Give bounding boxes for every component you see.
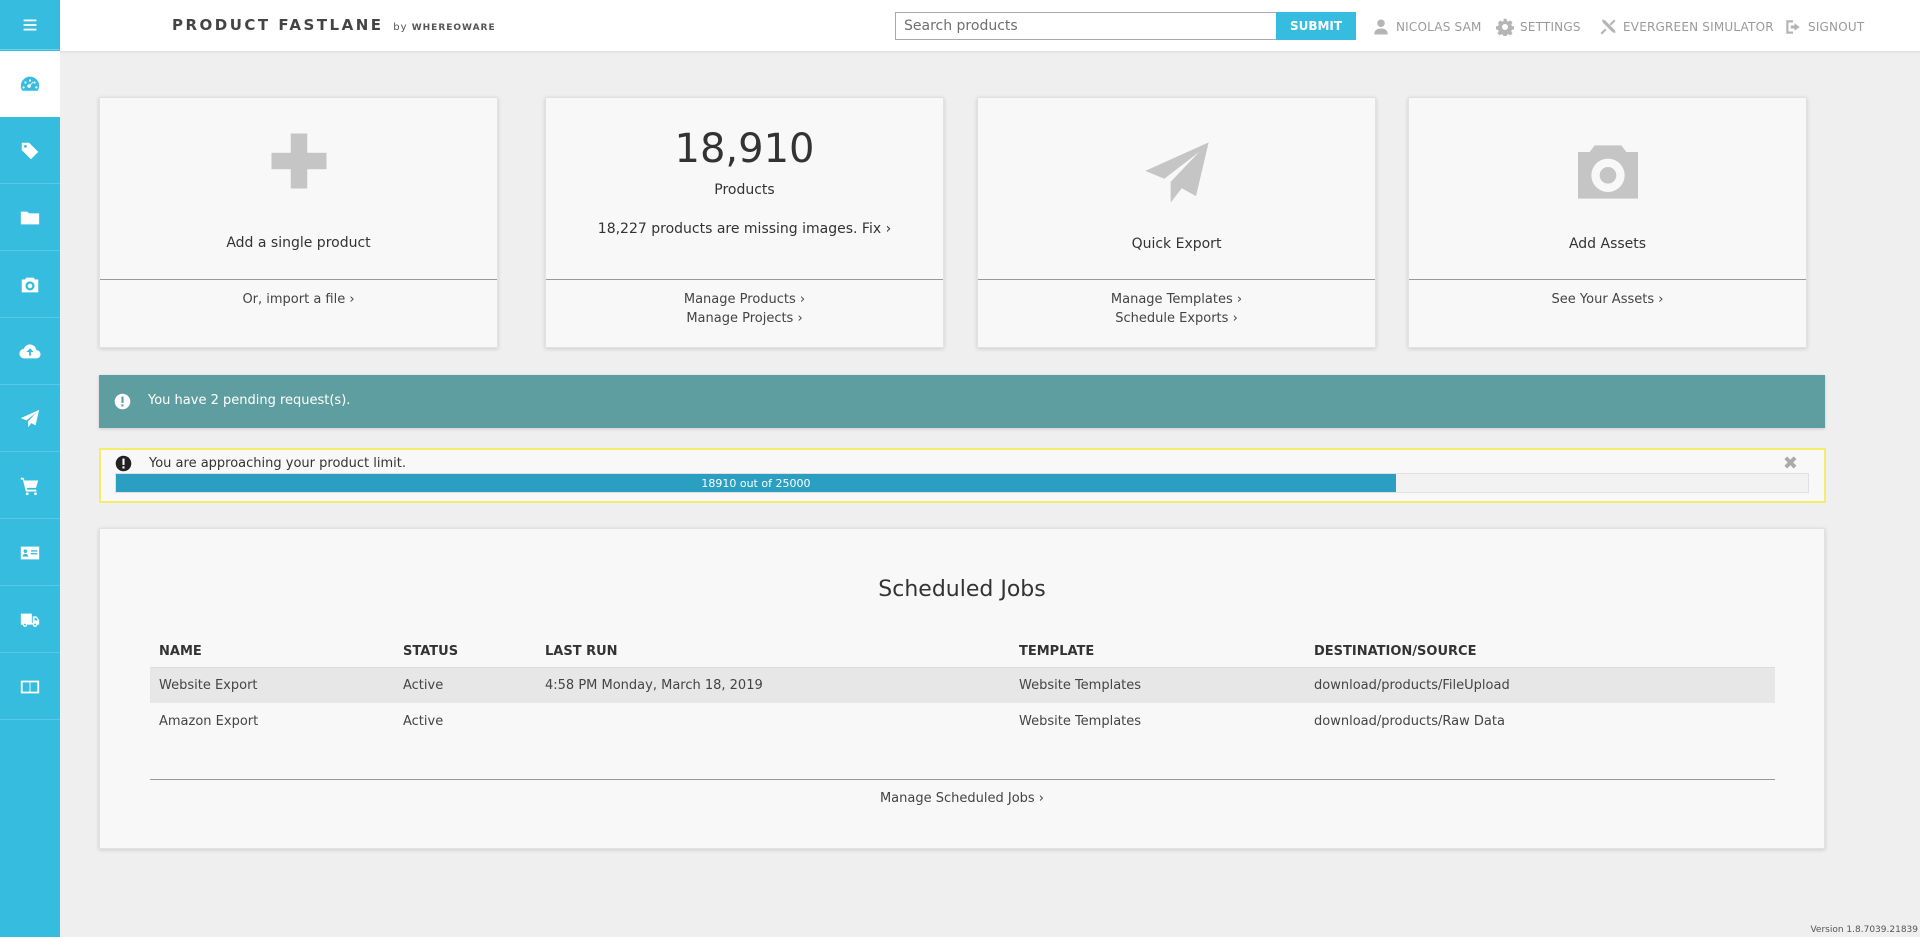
add-product-caption[interactable]: Add a single product [100, 235, 497, 251]
products-label: Products [714, 182, 775, 198]
quick-export-caption[interactable]: Quick Export [978, 236, 1375, 252]
job-destination: download/products/FileUpload [1305, 667, 1775, 703]
products-card: 18,910 Products 18,227 products are miss… [545, 97, 944, 348]
column-header[interactable]: STATUS [394, 637, 536, 668]
top-header: PRODUCT FASTLANE by WHEREOWARE SUBMIT NI… [60, 0, 1920, 52]
progress-text: 18910 out of 25000 [701, 477, 811, 490]
tools-icon [1600, 19, 1616, 35]
card-divider [546, 279, 943, 280]
alert-circle-icon [115, 455, 132, 472]
product-count: 18,910 [674, 126, 815, 172]
job-template: Website Templates [1010, 667, 1305, 703]
table-row[interactable]: Website Export Active 4:58 PM Monday, Ma… [150, 667, 1775, 703]
sidebar-item-dashboard[interactable] [0, 51, 60, 117]
cart-icon [20, 477, 39, 495]
job-name: Website Export [150, 667, 394, 703]
scheduled-jobs-panel: Scheduled Jobs NAME STATUS LAST RUN TEMP… [99, 528, 1825, 849]
product-limit-text: You are approaching your product limit. [149, 456, 406, 471]
column-header[interactable]: TEMPLATE [1010, 637, 1305, 668]
sidebar-item-catalog[interactable] [0, 654, 60, 720]
menu-icon [23, 19, 37, 30]
version-label: Version 1.8.7039.21839 [1810, 925, 1918, 935]
column-header[interactable]: DESTINATION/SOURCE [1305, 637, 1775, 668]
alert-circle-icon [114, 393, 131, 410]
manage-projects-link[interactable]: Manage Projects › [546, 309, 943, 328]
column-header[interactable]: NAME [150, 637, 394, 668]
manage-templates-link[interactable]: Manage Templates › [978, 290, 1375, 309]
close-icon[interactable]: ✖ [1783, 453, 1798, 474]
add-product-card: Add a single product Or, import a file › [99, 97, 498, 348]
paper-plane-icon[interactable] [1139, 136, 1215, 212]
paper-plane-icon [20, 409, 40, 427]
product-limit-progress: 18910 out of 25000 [115, 473, 1809, 493]
search-submit-button[interactable]: SUBMIT [1276, 12, 1356, 40]
sidebar-item-export[interactable] [0, 386, 60, 452]
sidebar-item-folders[interactable] [0, 185, 60, 251]
card-divider [978, 279, 1375, 280]
cloud-upload-icon [19, 343, 41, 358]
table-header-row: NAME STATUS LAST RUN TEMPLATE DESTINATIO… [150, 637, 1775, 668]
manage-products-link[interactable]: Manage Products › [546, 290, 943, 309]
sidebar-item-upload[interactable] [0, 319, 60, 385]
sidebar-menu-toggle[interactable] [0, 0, 60, 50]
sidebar-item-camera[interactable] [0, 252, 60, 318]
pending-requests-text: You have 2 pending request(s). [148, 393, 351, 408]
settings-link[interactable]: SETTINGS [1496, 18, 1581, 36]
camera-icon[interactable] [1568, 132, 1648, 212]
scheduled-jobs-title: Scheduled Jobs [878, 577, 1046, 602]
quick-export-card: Quick Export Manage Templates › Schedule… [977, 97, 1376, 348]
tag-icon [21, 142, 39, 159]
add-assets-caption[interactable]: Add Assets [1409, 236, 1806, 252]
missing-images-fix-link[interactable]: 18,227 products are missing images. Fix … [546, 221, 943, 237]
job-status: Active [394, 667, 536, 703]
product-limit-alert: You are approaching your product limit. … [99, 448, 1826, 503]
table-row[interactable]: Amazon Export Active Website Templates d… [150, 703, 1775, 739]
see-assets-link[interactable]: See Your Assets › [1409, 290, 1806, 309]
scheduled-jobs-table: NAME STATUS LAST RUN TEMPLATE DESTINATIO… [150, 637, 1775, 739]
job-template: Website Templates [1019, 713, 1142, 729]
pending-requests-alert[interactable]: You have 2 pending request(s). [99, 375, 1825, 428]
card-divider [1409, 279, 1806, 280]
search-input[interactable] [895, 12, 1277, 40]
brand-logo[interactable]: PRODUCT FASTLANE by WHEREOWARE [172, 16, 496, 34]
sidebar-item-contacts[interactable] [0, 520, 60, 586]
truck-icon [20, 613, 40, 627]
user-menu[interactable]: NICOLAS SAM [1372, 18, 1482, 36]
user-icon [1374, 19, 1388, 35]
card-divider [100, 279, 497, 280]
job-last-run: 4:58 PM Monday, March 18, 2019 [536, 667, 1010, 703]
job-destination: download/products/Raw Data [1314, 713, 1505, 729]
gear-icon [1496, 18, 1514, 36]
signout-icon [1786, 20, 1800, 34]
sidebar-item-shipping[interactable] [0, 587, 60, 653]
import-file-link[interactable]: Or, import a file › [100, 290, 497, 309]
id-card-icon [20, 546, 40, 559]
evergreen-simulator-link[interactable]: EVERGREEN SIMULATOR [1599, 18, 1774, 36]
sidebar-item-cart[interactable] [0, 453, 60, 519]
job-status: Active [403, 713, 444, 729]
schedule-exports-link[interactable]: Schedule Exports › [978, 309, 1375, 328]
add-assets-card: Add Assets See Your Assets › [1408, 97, 1807, 348]
job-last-run [536, 703, 1010, 739]
camera-icon [21, 277, 39, 292]
manage-scheduled-jobs-link[interactable]: Manage Scheduled Jobs › [100, 791, 1824, 806]
panel-divider [150, 779, 1775, 780]
folder-icon [20, 211, 40, 224]
dashboard-icon [20, 76, 40, 91]
signout-link[interactable]: SIGNOUT [1784, 18, 1864, 36]
sidebar [0, 0, 60, 937]
plus-icon[interactable] [266, 128, 332, 194]
job-name: Amazon Export [159, 713, 259, 729]
column-header[interactable]: LAST RUN [536, 637, 1010, 668]
sidebar-item-tags[interactable] [0, 118, 60, 184]
book-icon [20, 680, 40, 693]
